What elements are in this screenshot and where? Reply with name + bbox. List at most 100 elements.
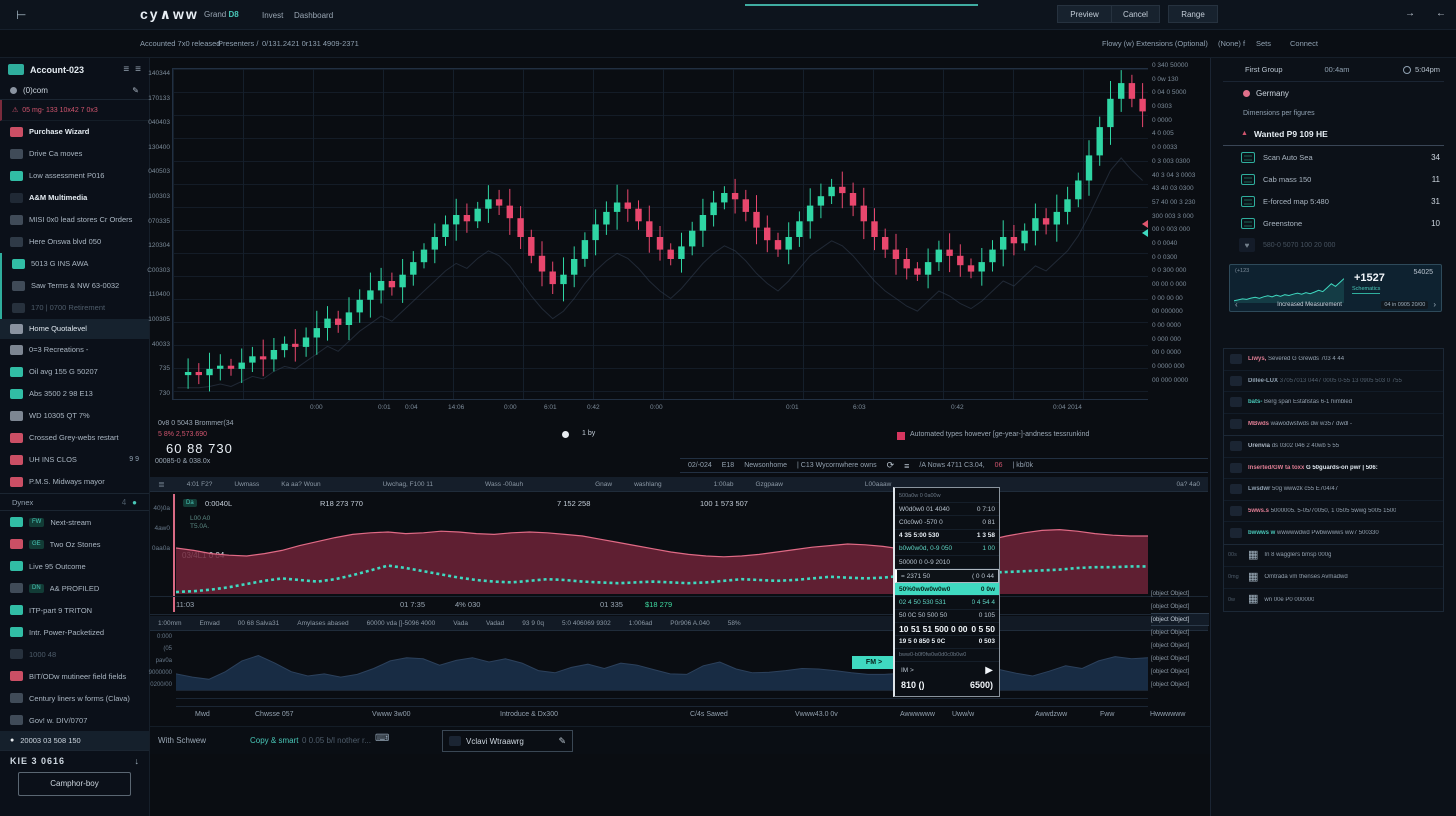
popup-row[interactable]: 50 0C 50 500 50 0 105	[895, 610, 999, 623]
popup-row[interactable]: 02 4 50 530 531 0 4 54 4	[895, 596, 999, 609]
filter-icon[interactable]: ●	[132, 498, 137, 507]
feed-item[interactable]: Liwys, Severed G Grewds 703 4 44	[1224, 349, 1443, 371]
mountain-col-header[interactable]: 58%	[728, 620, 741, 627]
mountain-col-header[interactable]: 5:0 406069 9302	[562, 620, 611, 627]
col-header[interactable]: Gnaw	[595, 481, 612, 488]
stat-row[interactable]: Greenstone 10	[1223, 212, 1444, 234]
sidebar-item[interactable]: FW Next-stream	[0, 511, 149, 533]
col-header[interactable]: 0a? 4a0	[1177, 481, 1201, 488]
list-view-icon[interactable]: ≡	[123, 64, 129, 75]
app-menu-icon[interactable]: ⊢	[16, 8, 26, 22]
sidebar-item[interactable]: Low assessment P016	[0, 165, 149, 187]
qr-row[interactable]: 0mg ▦ Omtrada vm thenses Avmadwd	[1224, 567, 1443, 589]
sidebar-item[interactable]: MISI 0x0 lead stores Cr Orders	[0, 209, 149, 231]
sidebar-item[interactable]: DN A& PROFILED	[0, 577, 149, 599]
sidebar-item[interactable]: Century liners w forms (Clava)	[0, 687, 149, 709]
sidebar-item[interactable]: Gov! w. DIV/0707	[0, 709, 149, 731]
mountain-col-header[interactable]: 1:006ad	[629, 620, 653, 627]
nav-link-invest[interactable]: Invest	[262, 11, 283, 20]
sidebar-item[interactable]: ITP-part 9 TRITON	[0, 599, 149, 621]
filter-row[interactable]: Dynex 4 ●	[0, 493, 149, 512]
detail-row[interactable]: [object Object]	[1151, 639, 1209, 652]
edit-profile-icon[interactable]: ✎	[132, 86, 139, 95]
sidebar-item[interactable]: BIT/ODw mutineer field fields	[0, 665, 149, 687]
fm-quick-button[interactable]: FM >	[852, 656, 896, 669]
detail-row[interactable]: [object Object]	[1151, 587, 1209, 600]
toolbar-item[interactable]: 06	[995, 462, 1003, 469]
mountain-col-header[interactable]: Vadad	[486, 620, 504, 627]
popup-row[interactable]: W0d0w0 01 4040 0 7:10	[895, 503, 999, 516]
card-next-icon[interactable]: ›	[1433, 300, 1436, 309]
toolbar-item[interactable]: ⟳	[887, 460, 895, 471]
sidebar-item[interactable]: Live 95 Outcome	[0, 555, 149, 577]
toolbar-item[interactable]: | kb/0k	[1012, 462, 1033, 469]
feed-item[interactable]: bats- Berg span Estafistas 6-1 himbled	[1224, 392, 1443, 414]
sidebar-item[interactable]: UH INS CLOS 9 9	[0, 449, 149, 471]
card-prev-icon[interactable]: ‹	[1235, 300, 1238, 309]
col-header[interactable]: 4:01 F2?	[187, 481, 213, 488]
sidebar-item[interactable]: 1000 48	[0, 643, 149, 665]
popup-row[interactable]: C0c0w0 -570 0 0 81	[895, 516, 999, 529]
strategy-box[interactable]: Vclavi Wtraawrg ✎	[442, 730, 573, 752]
interval-label[interactable]: 1 by	[582, 430, 595, 437]
sidebar-item[interactable]: WD 10305 QT 7%	[0, 405, 149, 427]
nav-link-dashboard[interactable]: Dashboard	[294, 11, 333, 20]
detail-row[interactable]: [object Object]	[1151, 600, 1209, 613]
heart-icon[interactable]: ♥	[1239, 238, 1255, 252]
qr-row[interactable]: 00s ▦ In 8 wagglers bmsp 000g	[1224, 545, 1443, 567]
feed-item[interactable]: Lwsdwr 50g wwwzk c55 E704/47	[1224, 479, 1443, 501]
sidebar-item[interactable]: Abs 3500 2 98 E13	[0, 383, 149, 405]
feed-item[interactable]: Inserted/GW ta toxx G 50guards-on pwr | …	[1224, 458, 1443, 480]
cancel-button[interactable]: Cancel	[1112, 5, 1160, 23]
country-row[interactable]: Germany	[1223, 82, 1444, 104]
toolbar-item[interactable]: E18	[722, 462, 734, 469]
toolbar-item[interactable]: 02/-024	[688, 462, 712, 469]
popup-row[interactable]: 19 5 0 850 5 0C 0 503	[895, 636, 999, 649]
subbar-extensions-link[interactable]: Flowy (w) Extensions (Optional)	[1102, 39, 1208, 48]
feed-item[interactable]: Urenvia ds 0302 046 2 40wb 5 55	[1224, 436, 1443, 458]
profile-row[interactable]: (0)com ✎	[0, 82, 149, 100]
mountain-col-header[interactable]: Vada	[453, 620, 468, 627]
play-icon[interactable]: ▶	[985, 665, 993, 676]
mountain-col-header[interactable]: P0r906 A.040	[670, 620, 709, 627]
col-header[interactable]: L00aaaw	[865, 481, 891, 488]
col-header[interactable]: Gzgpaaw	[755, 481, 782, 488]
popup-row[interactable]: b0w0w0d, 0-9 050 1 00	[895, 543, 999, 556]
detail-row[interactable]: [object Object]	[1151, 652, 1209, 665]
col-header[interactable]: Wass -00auh	[485, 481, 523, 488]
sidebar-item-selected[interactable]: ● 20003 03 508 150	[0, 731, 149, 749]
col-header[interactable]: washlang	[634, 481, 661, 488]
sidebar-item-active[interactable]: Home Quotalevel	[0, 319, 149, 339]
alert-row[interactable]: ⚠ 05 mg- 133 10x42 7 0x3	[0, 100, 149, 120]
keyboard-icon[interactable]: ⌨	[375, 733, 389, 744]
col-header[interactable]: 1:00ab	[714, 481, 734, 488]
mountain-col-header[interactable]: 60000 vda []-5096 4000	[367, 620, 436, 627]
mountain-col-header[interactable]: 93 9 0q	[522, 620, 544, 627]
sidebar-item[interactable]: GE Two Oz Stones	[0, 533, 149, 555]
group-label[interactable]: First Group	[1245, 65, 1283, 74]
detail-row[interactable]: [object Object]	[1151, 626, 1209, 639]
popup-row[interactable]: 50000 0 0-9 2010	[895, 556, 999, 569]
popup-row[interactable]: 4 35 5:00 530 1 3 58	[895, 530, 999, 543]
edit-strategy-icon[interactable]: ✎	[558, 736, 566, 747]
col-header[interactable]: Uwchag, F100 11	[383, 481, 433, 488]
download-icon[interactable]: ↓	[135, 756, 140, 766]
breadcrumb-presenters[interactable]: Presenters /	[218, 39, 258, 48]
range-button[interactable]: Range	[1168, 5, 1218, 23]
sidebar-item[interactable]: Drive Ca moves	[0, 143, 149, 165]
toolbar-item[interactable]: Newsonhome	[744, 462, 787, 469]
back-arrow-icon[interactable]: ←	[1436, 8, 1446, 19]
feed-item[interactable]: 5wws.s 5000005. 5-05/70050, 1 0505 5wwg …	[1224, 501, 1443, 523]
qr-row[interactable]: 0w ▦ wn 00e P0 000000	[1224, 589, 1443, 611]
toolbar-item[interactable]: /A Nows 4711 C3.04,	[919, 462, 984, 469]
feed-item[interactable]: Dillee-LUX 37057013 0447 0005 0-55 13 09…	[1224, 371, 1443, 393]
menu-toggle-icon[interactable]: ≡	[135, 64, 141, 75]
stat-row[interactable]: Scan Auto Sea 34	[1223, 146, 1444, 168]
col-header[interactable]: Uwmass	[234, 481, 259, 488]
mountain-col-header[interactable]: 00 68 Salva31	[238, 620, 280, 627]
order-input[interactable]: 0 0.05 b/l nother r...	[302, 736, 371, 745]
subbar-connect-link[interactable]: Connect	[1290, 39, 1318, 48]
mountain-col-header[interactable]: 1:00mm	[158, 620, 181, 627]
detail-row[interactable]: [object Object]	[1151, 613, 1209, 626]
volume-mountain-chart[interactable]	[176, 632, 1148, 690]
